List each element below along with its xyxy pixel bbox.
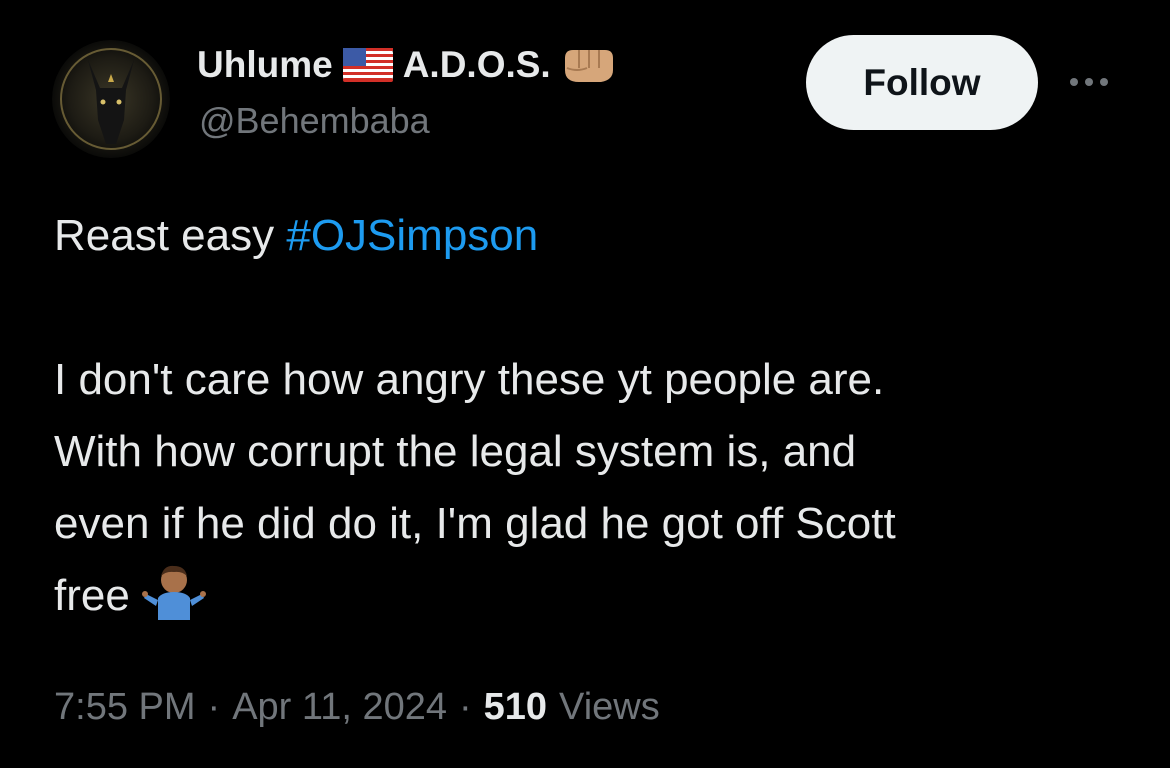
separator: · — [458, 685, 472, 728]
avatar[interactable] — [52, 40, 170, 158]
author-name-suffix: A.D.O.S. — [402, 44, 551, 85]
us-flag-icon — [342, 46, 393, 84]
tweet-line: even if he did do it, I'm glad he got of… — [54, 499, 896, 548]
author-display-name[interactable]: Uhlume — [197, 44, 333, 86]
views-count: 510 — [483, 685, 548, 728]
tweet-line: I don't care how angry these yt people a… — [54, 355, 885, 404]
jackal-avatar-icon — [52, 40, 170, 158]
tweet-time[interactable]: 7:55 PM — [54, 686, 196, 729]
fist-icon — [561, 44, 617, 86]
hashtag-link[interactable]: #OJSimpson — [286, 211, 538, 260]
follow-button[interactable]: Follow — [806, 35, 1038, 130]
tweet-metadata: 7:55 PM · Apr 11, 2024 · 510 Views — [54, 682, 660, 732]
person-shrugging-icon — [141, 560, 206, 624]
tweet-line: With how corrupt the legal system is, an… — [54, 427, 857, 476]
tweet-text: Reast easy #OJSimpson I don't care how a… — [54, 200, 1134, 632]
author-handle[interactable]: @Behembaba — [199, 100, 430, 142]
tweet-line-text: Reast easy — [54, 211, 287, 260]
author-name-row[interactable]: Uhlume A.D.O.S. — [197, 40, 617, 90]
tweet-last-line-text: free — [54, 571, 130, 620]
tweet-date[interactable]: Apr 11, 2024 — [232, 686, 447, 729]
more-icon[interactable] — [1064, 62, 1114, 102]
tweet-line: free — [54, 560, 1134, 632]
views-label: Views — [559, 685, 660, 728]
tweet-line: Reast easy #OJSimpson — [54, 200, 1134, 272]
separator: · — [207, 685, 221, 728]
